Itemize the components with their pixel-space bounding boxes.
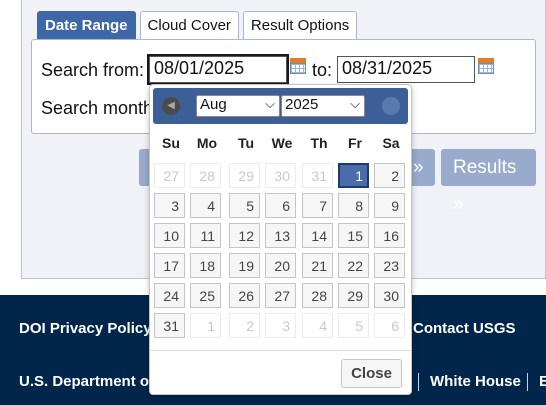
footer-divider: [418, 373, 419, 391]
day-cell[interactable]: 5: [229, 193, 260, 218]
day-cell[interactable]: 8: [338, 193, 369, 218]
day-cell: 4: [302, 313, 333, 338]
footer-divider: [527, 373, 528, 391]
close-button[interactable]: Close: [341, 359, 402, 388]
datepicker-header: ◀ Aug ⌵ 2025 ⌵ ▶: [153, 88, 408, 124]
day-cell: 5: [338, 313, 369, 338]
us-dept-link[interactable]: U.S. Department of: [19, 373, 154, 390]
weekday-header: Tu: [237, 135, 255, 151]
start-date-input[interactable]: 08/01/2025: [147, 54, 289, 85]
datepicker-popup: ◀ Aug ⌵ 2025 ⌵ ▶ Su Mo Tu We Th Fr Sa 27 28 29 30…: [149, 84, 412, 395]
day-cell: 2: [229, 313, 260, 338]
footer-link-partial[interactable]: E: [539, 373, 546, 390]
search-from-label: Search from:: [41, 60, 145, 80]
day-cell: 29: [229, 163, 260, 188]
day-cell[interactable]: 24: [154, 283, 185, 308]
day-cell[interactable]: 4: [190, 193, 221, 218]
weekday-header: Sa: [382, 135, 400, 151]
weekday-header: We: [271, 135, 293, 151]
day-cell-selected[interactable]: 1: [338, 163, 369, 188]
day-cell[interactable]: 29: [338, 283, 369, 308]
day-cell[interactable]: 10: [154, 223, 185, 248]
end-calendar-icon[interactable]: [478, 58, 494, 74]
weekday-header: Fr: [348, 135, 362, 151]
day-cell[interactable]: 21: [302, 253, 333, 278]
day-cell[interactable]: 13: [265, 223, 296, 248]
chevron-down-icon: ⌵: [265, 96, 275, 111]
day-cell[interactable]: 12: [229, 223, 260, 248]
tab-date-range[interactable]: Date Range: [37, 11, 136, 40]
day-cell[interactable]: 9: [374, 193, 405, 218]
white-house-link[interactable]: White House: [430, 373, 521, 390]
start-calendar-icon[interactable]: [290, 58, 306, 74]
day-cell: 6: [374, 313, 405, 338]
weekday-header: Mo: [196, 135, 218, 151]
contact-usgs-link[interactable]: Contact USGS: [413, 320, 516, 337]
search-months-label: Search month: [41, 98, 154, 118]
criteria-tabs: Date Range Cloud Cover Result Options: [37, 11, 359, 40]
results-button[interactable]: Results »: [441, 149, 536, 215]
day-cell[interactable]: 6: [265, 193, 296, 218]
weekday-header: Su: [162, 135, 180, 151]
month-select-value: Aug: [200, 96, 227, 113]
tab-cloud-cover[interactable]: Cloud Cover: [139, 11, 239, 40]
day-cell: 1: [190, 313, 221, 338]
day-cell[interactable]: 7: [302, 193, 333, 218]
day-cell[interactable]: 16: [374, 223, 405, 248]
day-cell[interactable]: 22: [338, 253, 369, 278]
tab-result-options[interactable]: Result Options: [242, 11, 358, 40]
prev-month-icon[interactable]: ◀: [162, 97, 180, 115]
day-cell[interactable]: 18: [190, 253, 221, 278]
month-select[interactable]: Aug ⌵: [196, 95, 280, 117]
year-select[interactable]: 2025 ⌵: [281, 95, 365, 117]
day-cell: 30: [265, 163, 296, 188]
day-cell[interactable]: 2: [374, 163, 405, 188]
day-cell[interactable]: 19: [229, 253, 260, 278]
day-cell[interactable]: 26: [229, 283, 260, 308]
chevron-down-icon: ⌵: [350, 96, 360, 111]
day-cell[interactable]: 30: [374, 283, 405, 308]
day-cell[interactable]: 14: [302, 223, 333, 248]
day-cell: 27: [154, 163, 185, 188]
day-cell[interactable]: 20: [265, 253, 296, 278]
end-date-input[interactable]: 08/31/2025: [337, 56, 475, 83]
day-cell[interactable]: 3: [154, 193, 185, 218]
day-cell: 3: [265, 313, 296, 338]
datepicker-divider: [150, 350, 411, 351]
day-cell[interactable]: 17: [154, 253, 185, 278]
day-cell[interactable]: 15: [338, 223, 369, 248]
day-cell[interactable]: 23: [374, 253, 405, 278]
weekday-header: Th: [310, 135, 328, 151]
doi-privacy-link[interactable]: DOI Privacy Policy: [19, 320, 152, 337]
to-label: to:: [312, 60, 333, 80]
day-cell: 31: [302, 163, 333, 188]
day-cell[interactable]: 28: [302, 283, 333, 308]
day-cell[interactable]: 27: [265, 283, 296, 308]
year-select-value: 2025: [285, 96, 319, 113]
next-month-icon[interactable]: ▶: [382, 97, 400, 115]
day-cell[interactable]: 11: [190, 223, 221, 248]
day-cell[interactable]: 31: [154, 313, 185, 338]
day-cell[interactable]: 25: [190, 283, 221, 308]
day-cell: 28: [190, 163, 221, 188]
